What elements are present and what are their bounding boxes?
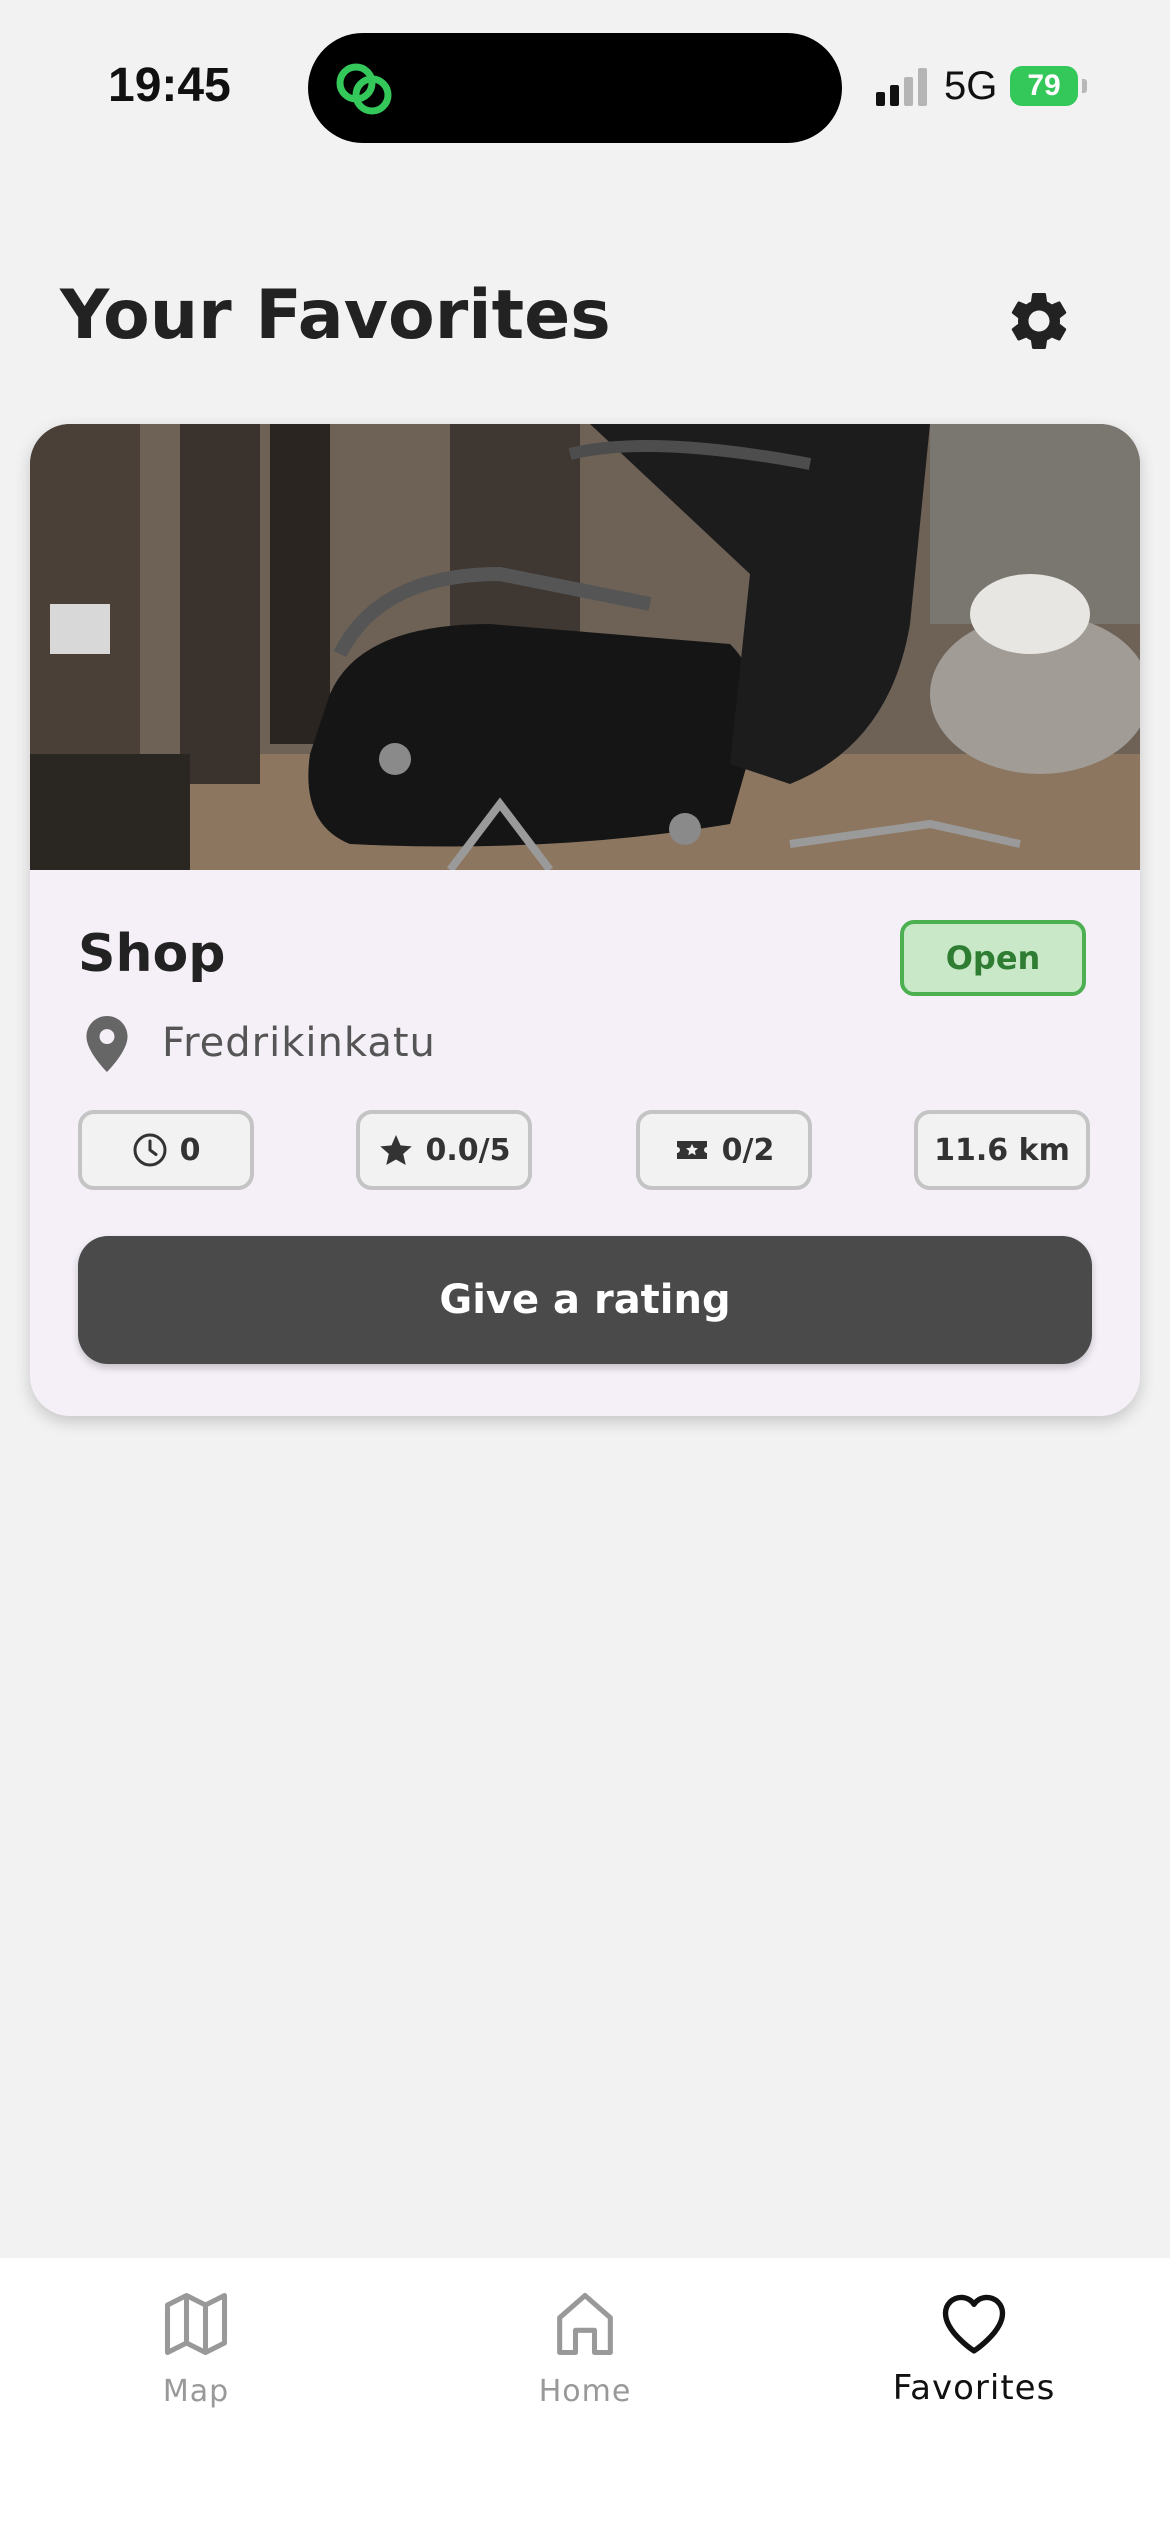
ticket-star-icon (676, 1141, 707, 1159)
battery-icon: 79 (1010, 66, 1078, 106)
rating-chip: 0.0/5 (356, 1110, 532, 1190)
page-title: Your Favorites (60, 276, 611, 355)
rating-value: 0.0/5 (425, 1132, 511, 1168)
distance-chip: 11.6 km (914, 1110, 1090, 1190)
settings-button[interactable] (1004, 286, 1074, 356)
wait-time-value: 0 (179, 1132, 201, 1168)
favorite-shop-card[interactable]: Shop Open Fredrikinkatu 0 0.0/5 0/2 11.6… (30, 424, 1140, 1416)
status-time: 19:45 (108, 59, 231, 112)
barber-chair-photo (30, 424, 1140, 870)
wait-time-chip: 0 (78, 1110, 254, 1190)
clock-icon (133, 1133, 167, 1167)
bottom-nav: Map Home Favorites (0, 2258, 1170, 2532)
location-pin-icon (86, 1016, 128, 1072)
link-rings-icon (336, 63, 392, 115)
gear-icon (1011, 293, 1067, 349)
open-status-badge: Open (900, 920, 1086, 996)
nav-label-favorites: Favorites (892, 2368, 1056, 2408)
distance-value: 11.6 km (934, 1132, 1070, 1168)
battery-cap (1082, 79, 1087, 93)
cellular-signal-icon (876, 68, 927, 106)
nav-label-home: Home (538, 2374, 632, 2409)
map-icon (164, 2292, 228, 2356)
nav-item-map[interactable]: Map (66, 2286, 326, 2409)
nav-label-map: Map (162, 2374, 230, 2409)
dynamic-island (308, 33, 842, 143)
nav-item-home[interactable]: Home (455, 2286, 715, 2409)
battery-level: 79 (1027, 69, 1061, 102)
network-type: 5G (944, 64, 998, 108)
home-icon (557, 2292, 613, 2356)
heart-icon (942, 2294, 1006, 2354)
give-rating-button[interactable]: Give a rating (78, 1236, 1092, 1364)
shop-name: Shop (78, 924, 226, 984)
shop-address: Fredrikinkatu (162, 1020, 436, 1066)
nav-item-favorites[interactable]: Favorites (844, 2286, 1104, 2408)
tickets-value: 0/2 (721, 1132, 775, 1168)
tickets-chip: 0/2 (636, 1110, 812, 1190)
star-icon (379, 1135, 412, 1165)
